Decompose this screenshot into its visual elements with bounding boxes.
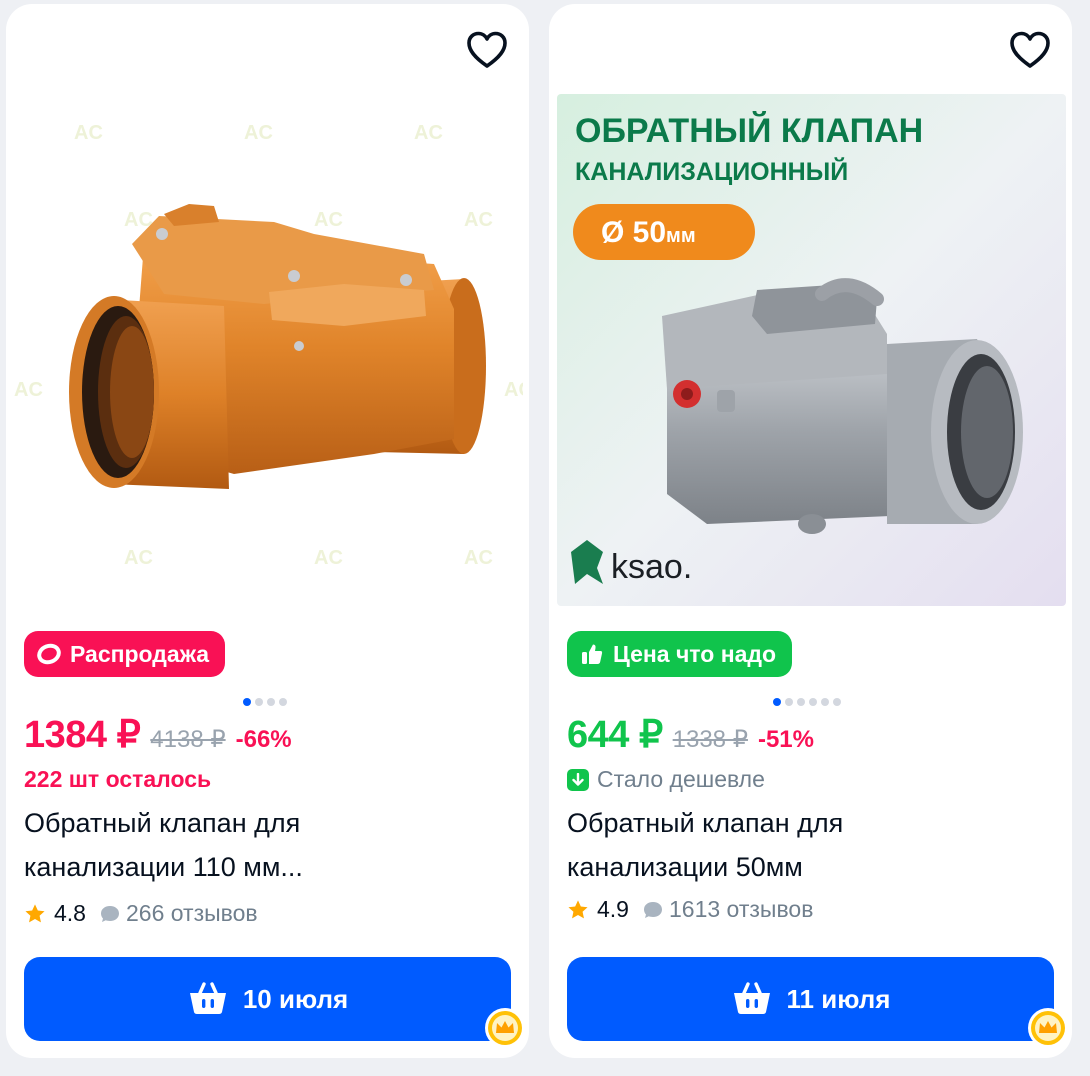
image-carousel-dots[interactable] (773, 698, 841, 706)
badge-label: Цена что надо (613, 640, 777, 667)
basket-icon (731, 981, 773, 1017)
star-icon (568, 899, 588, 918)
image-heading-1: ОБРАТНЫЙ КЛАПАН (575, 111, 923, 150)
price-row: 1384 ₽ 4138 ₽ -66% (24, 712, 292, 757)
crown-icon (488, 1011, 522, 1045)
image-carousel-dots[interactable] (243, 698, 287, 706)
product-card[interactable]: ACACAC ACACAC ACACAC ACACAC (6, 4, 529, 1058)
price-drop-text: Стало дешевле (597, 766, 765, 792)
price-drop-note: Стало дешевле (567, 766, 765, 793)
product-title-line[interactable]: Обратный клапан для (24, 801, 494, 845)
basket-icon (187, 981, 229, 1017)
carousel-dot[interactable] (809, 698, 817, 706)
carousel-dot[interactable] (243, 698, 251, 706)
favorite-button[interactable] (1006, 26, 1054, 74)
discount-percent: -51% (757, 726, 814, 753)
image-brand: ksao. (611, 548, 692, 586)
svg-text:AC: AC (244, 122, 273, 144)
arrow-down-icon (567, 768, 589, 791)
carousel-dot[interactable] (785, 698, 793, 706)
carousel-dot[interactable] (821, 698, 829, 706)
carousel-dot[interactable] (255, 698, 263, 706)
svg-text:AC: AC (464, 547, 493, 569)
discount-percent: -66% (235, 726, 292, 753)
delivery-date[interactable]: 10 июля (243, 984, 348, 1015)
rating-value: 4.8 (54, 900, 86, 926)
comment-icon (100, 905, 120, 923)
comment-icon (643, 901, 663, 919)
good-price-badge: Цена что надо (567, 631, 793, 677)
rating-row[interactable]: 4.9 1613 отзывов (567, 896, 813, 923)
svg-text:AC: AC (414, 122, 443, 144)
product-card[interactable]: ОБРАТНЫЙ КЛАПАН КАНАЛИЗАЦИОННЫЙ Ø 50мм k… (549, 4, 1072, 1058)
rating-row[interactable]: 4.8 266 отзывов (24, 900, 258, 927)
product-image[interactable]: ОБРАТНЫЙ КЛАПАН КАНАЛИЗАЦИОННЫЙ Ø 50мм k… (557, 94, 1066, 606)
old-price: 4138 ₽ (150, 726, 226, 753)
badge-label: Распродажа (70, 640, 210, 667)
sale-badge: Распродажа (24, 631, 226, 677)
add-to-cart-button[interactable]: 10 июля (24, 957, 511, 1041)
product-title-line[interactable]: Обратный клапан для (567, 801, 1037, 845)
svg-text:AC: AC (14, 379, 43, 401)
heart-outline-icon (1010, 31, 1050, 68)
price-row: 644 ₽ 1338 ₽ -51% (567, 712, 814, 757)
review-count: 266 отзывов (125, 900, 258, 926)
crown-icon (1031, 1011, 1065, 1045)
svg-text:AC: AC (464, 209, 493, 231)
star-icon (25, 903, 45, 922)
svg-text:AC: AC (504, 379, 523, 401)
carousel-dot[interactable] (267, 698, 275, 706)
current-price: 644 ₽ (567, 714, 663, 756)
review-count: 1613 отзывов (668, 896, 814, 922)
rating-value: 4.9 (597, 896, 629, 922)
heart-outline-icon (467, 31, 507, 68)
product-image-drawing: ACACAC ACACAC ACACAC ACACAC (14, 94, 523, 606)
delivery-date[interactable]: 11 июля (787, 984, 891, 1015)
product-image-drawing: ОБРАТНЫЙ КЛАПАН КАНАЛИЗАЦИОННЫЙ Ø 50мм k… (557, 94, 1066, 606)
product-title[interactable]: Обратный клапан для канализации 110 мм..… (24, 801, 494, 889)
image-diameter: Ø 50 (601, 216, 666, 249)
carousel-dot[interactable] (279, 698, 287, 706)
carousel-dot[interactable] (797, 698, 805, 706)
image-diameter-unit: мм (666, 225, 696, 247)
image-heading-2: КАНАЛИЗАЦИОННЫЙ (575, 156, 848, 186)
carousel-dot[interactable] (833, 698, 841, 706)
current-price: 1384 ₽ (24, 714, 141, 756)
premium-badge (1028, 1008, 1068, 1048)
svg-text:AC: AC (124, 547, 153, 569)
product-image[interactable]: ACACAC ACACAC ACACAC ACACAC (14, 94, 523, 606)
favorite-button[interactable] (463, 26, 511, 74)
product-title-line[interactable]: канализации 110 мм... (24, 845, 494, 889)
old-price: 1338 ₽ (672, 726, 748, 753)
svg-text:AC: AC (74, 122, 103, 144)
svg-text:AC: AC (314, 209, 343, 231)
stock-left-text: 222 шт осталось (24, 766, 212, 792)
premium-badge (485, 1008, 525, 1048)
product-title[interactable]: Обратный клапан для канализации 50мм (567, 801, 1037, 889)
product-title-line[interactable]: канализации 50мм (567, 845, 1037, 889)
sale-ring-icon (36, 641, 62, 667)
svg-text:AC: AC (314, 547, 343, 569)
carousel-dot[interactable] (773, 698, 781, 706)
add-to-cart-button[interactable]: 11 июля (567, 957, 1054, 1041)
stock-left: 222 шт осталось (24, 766, 211, 793)
thumbs-up-icon (579, 641, 605, 667)
